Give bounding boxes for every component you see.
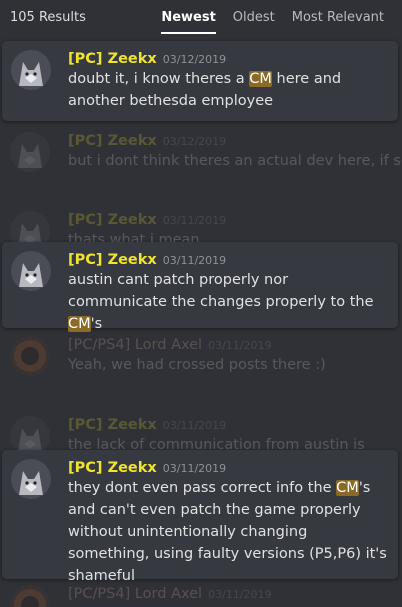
wolf-avatar-icon[interactable]: [11, 50, 51, 90]
search-highlight: CM: [249, 71, 272, 87]
message-header: [PC] Zeekx 03/11/2019: [68, 414, 226, 433]
tab-oldest[interactable]: Oldest: [233, 0, 275, 34]
timestamp: 03/11/2019: [162, 254, 227, 267]
tab-newest[interactable]: Newest: [161, 0, 217, 34]
search-result-card[interactable]: [PC] Zeekx 03/12/2019 doubt it, i know th…: [2, 41, 398, 121]
context-message: [PC] Zeekx 03/11/2019 thats what i mean: [10, 209, 402, 251]
context-message: [PC] Zeekx 03/11/2019 the lack of communi…: [10, 414, 402, 456]
username[interactable]: [PC] Zeekx: [68, 252, 157, 268]
message-header: [PC/PS4] Lord Axel 03/11/2019: [68, 334, 271, 353]
search-results-list[interactable]: [PC] Zeekx 03/12/2019 doubt it, i know th…: [0, 34, 402, 607]
search-result-card[interactable]: [PC] Zeekx 03/11/2019 they dont even pass…: [2, 450, 398, 584]
username[interactable]: [PC] Zeekx: [68, 51, 157, 67]
timestamp: 03/11/2019: [208, 339, 272, 352]
lord-axel-avatar-icon: [10, 585, 50, 607]
tab-most-relevant[interactable]: Most Relevant: [292, 0, 384, 34]
search-results-header: 105 Results Newest Oldest Most Relevant: [0, 0, 402, 34]
context-message: [PC] Zeekx 03/12/2019 but i dont think th…: [10, 132, 402, 174]
username: [PC/PS4] Lord Axel: [68, 586, 203, 602]
sort-tabs: Newest Oldest Most Relevant: [161, 0, 402, 34]
message-text: Yeah, we had crossed posts there :): [68, 357, 326, 373]
timestamp: 03/11/2019: [208, 588, 272, 601]
context-message: [PC/PS4] Lord Axel 03/11/2019: [10, 585, 402, 607]
message-header: [PC/PS4] Lord Axel 03/11/2019: [68, 583, 271, 602]
message-header: [PC] Zeekx 03/12/2019: [68, 48, 226, 67]
message-text: but i dont think theres an actual dev he…: [68, 153, 402, 169]
timestamp: 03/12/2019: [162, 53, 227, 66]
timestamp: 03/11/2019: [162, 214, 227, 227]
username: [PC/PS4] Lord Axel: [68, 337, 203, 353]
message-header: [PC] Zeekx 03/12/2019: [68, 130, 226, 149]
results-count: 105 Results: [10, 9, 86, 25]
message-text: austin cant patch properly nor communica…: [68, 272, 374, 332]
message-header: [PC] Zeekx 03/11/2019: [68, 209, 226, 228]
username: [PC] Zeekx: [68, 133, 157, 149]
wolf-avatar-icon: [10, 132, 50, 172]
timestamp: 03/12/2019: [162, 135, 227, 148]
message-header: [PC] Zeekx 03/11/2019: [68, 249, 226, 268]
message-header: [PC] Zeekx 03/11/2019: [68, 457, 226, 476]
message-text: doubt it, i know theres a CM here and an…: [68, 71, 342, 109]
search-result-card[interactable]: [PC] Zeekx 03/11/2019 austin cant patch p…: [2, 242, 398, 332]
wolf-avatar-icon[interactable]: [11, 459, 51, 499]
timestamp: 03/11/2019: [162, 462, 227, 475]
message-text: they dont even pass correct info the CM'…: [68, 480, 387, 584]
search-highlight: CM: [336, 480, 359, 496]
context-message: [PC/PS4] Lord Axel 03/11/2019 Yeah, we ha…: [10, 336, 402, 378]
timestamp: 03/11/2019: [162, 419, 227, 432]
username: [PC] Zeekx: [68, 417, 157, 433]
lord-axel-avatar-icon: [10, 336, 50, 376]
search-highlight: CM: [68, 316, 91, 332]
wolf-avatar-icon[interactable]: [11, 251, 51, 291]
username: [PC] Zeekx: [68, 212, 157, 228]
username[interactable]: [PC] Zeekx: [68, 460, 157, 476]
